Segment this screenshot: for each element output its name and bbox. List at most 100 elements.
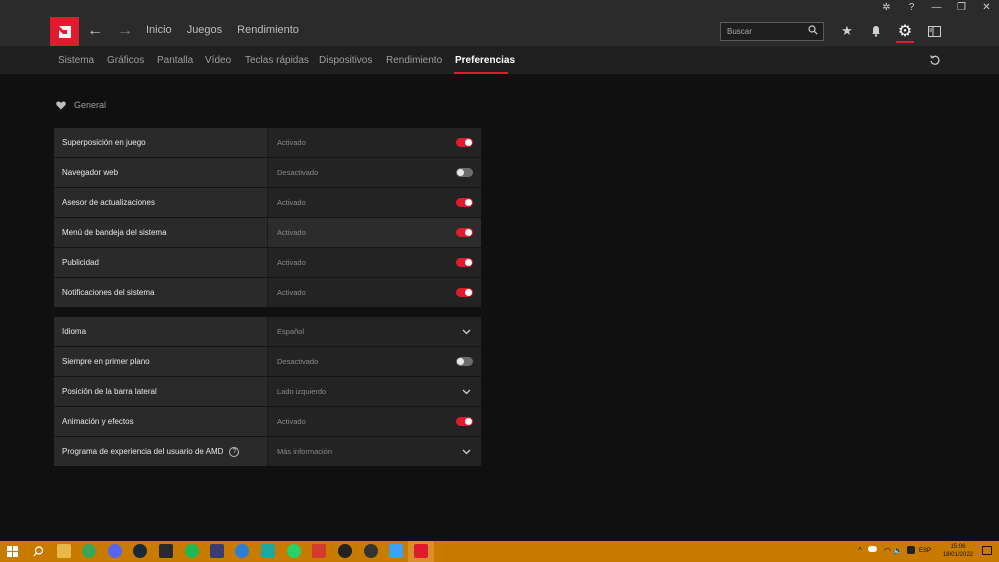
epic-games-icon[interactable]	[159, 544, 173, 558]
toggle-switch[interactable]	[456, 357, 473, 366]
forward-arrow-icon[interactable]: →	[117, 22, 133, 40]
search-icon[interactable]	[808, 25, 818, 35]
setting-row-animacion[interactable]: Animación y efectos Activado	[54, 407, 481, 437]
toggle-switch[interactable]	[456, 258, 473, 267]
setting-label: Notificaciones del sistema	[54, 278, 267, 307]
cloud-icon[interactable]	[868, 546, 877, 552]
setting-label: Navegador web	[54, 158, 267, 187]
tab-dispositivos[interactable]: Dispositivos	[319, 55, 372, 66]
bug-icon[interactable]: ✲	[874, 0, 899, 16]
restore-icon[interactable]: ❐	[949, 0, 974, 16]
setting-row-superposicion[interactable]: Superposición en juego Activado	[54, 128, 481, 158]
notifications-icon[interactable]	[982, 546, 992, 555]
amd-software-icon[interactable]	[414, 544, 428, 558]
setting-row-posicion-barra[interactable]: Posición de la barra lateral Lado izquie…	[54, 377, 481, 407]
chevron-down-icon[interactable]	[462, 387, 471, 396]
nav-rendimiento[interactable]: Rendimiento	[237, 24, 299, 36]
nav-inicio[interactable]: Inicio	[146, 24, 172, 36]
app-icon[interactable]	[389, 544, 403, 558]
nav-juegos[interactable]: Juegos	[187, 24, 222, 36]
top-nav: Inicio Juegos Rendimiento	[146, 24, 299, 36]
windows-start-icon[interactable]	[7, 546, 18, 557]
star-icon[interactable]: ★	[839, 23, 855, 39]
app-icon[interactable]	[235, 544, 249, 558]
help-icon[interactable]: ?	[899, 0, 924, 16]
search-input[interactable]	[727, 25, 807, 38]
tray-chevron-icon[interactable]: ^	[858, 546, 862, 555]
file-explorer-icon[interactable]	[57, 544, 71, 558]
reset-icon[interactable]	[929, 54, 941, 66]
tab-rendimiento[interactable]: Rendimiento	[386, 55, 442, 66]
discord-icon[interactable]	[108, 544, 122, 558]
volume-icon[interactable]: 🔈	[893, 546, 903, 555]
toggle-switch[interactable]	[456, 198, 473, 207]
setting-row-publicidad[interactable]: Publicidad Activado	[54, 248, 481, 278]
top-bar: ← → Inicio Juegos Rendimiento ★ ⚙	[0, 16, 999, 46]
setting-row-idioma[interactable]: Idioma Español	[54, 317, 481, 347]
virtualbox-icon[interactable]	[210, 544, 224, 558]
setting-row-notificaciones[interactable]: Notificaciones del sistema Activado	[54, 278, 481, 308]
gear-icon[interactable]: ⚙	[897, 23, 913, 40]
close-icon[interactable]: ✕	[974, 0, 999, 16]
amd-logo[interactable]	[50, 17, 79, 46]
tab-pantalla[interactable]: Pantalla	[157, 55, 193, 66]
setting-value: Más información	[277, 447, 333, 456]
setting-row-experiencia-usuario[interactable]: Programa de experiencia del usuario de A…	[54, 437, 481, 467]
heart-icon	[56, 101, 66, 109]
toggle-switch[interactable]	[456, 168, 473, 177]
toggle-switch[interactable]	[456, 138, 473, 147]
settings-active-underline	[896, 41, 914, 43]
setting-label: Posición de la barra lateral	[54, 377, 267, 406]
steam-icon[interactable]	[133, 544, 147, 558]
toggle-switch[interactable]	[456, 228, 473, 237]
search-box	[720, 22, 824, 41]
chrome-icon[interactable]	[82, 544, 96, 558]
toggle-switch[interactable]	[456, 288, 473, 297]
setting-value: Desactivado	[277, 168, 319, 177]
app-icon[interactable]	[364, 544, 378, 558]
tab-preferencias[interactable]: Preferencias	[455, 55, 515, 66]
back-arrow-icon[interactable]: ←	[87, 22, 103, 40]
setting-row-primer-plano[interactable]: Siempre en primer plano Desactivado	[54, 347, 481, 377]
window-controls: ✲ ? — ❐ ✕	[874, 0, 999, 16]
tray-app-icon[interactable]	[907, 546, 915, 554]
setting-label: Publicidad	[54, 248, 267, 277]
setting-value: Español	[277, 327, 305, 336]
app-icon[interactable]	[261, 544, 275, 558]
tab-teclas-rapidas[interactable]: Teclas rápidas	[245, 55, 309, 66]
chevron-down-icon[interactable]	[462, 327, 471, 336]
setting-row-asesor[interactable]: Asesor de actualizaciones Activado	[54, 188, 481, 218]
wifi-icon[interactable]: ◠	[884, 546, 891, 555]
setting-value: Activado	[277, 417, 306, 426]
language-indicator[interactable]: ESP	[919, 548, 931, 554]
setting-value: Activado	[277, 228, 306, 237]
setting-label: Animación y efectos	[54, 407, 267, 436]
clock-date: 18/01/2022	[942, 552, 973, 558]
tab-sistema[interactable]: Sistema	[58, 55, 94, 66]
setting-label-wrap: Programa de experiencia del usuario de A…	[54, 437, 267, 466]
setting-value: Activado	[277, 258, 306, 267]
taskbar-clock[interactable]: 15:06 18/01/2022	[943, 543, 973, 559]
setting-label: Menú de bandeja del sistema	[54, 218, 267, 247]
title-bar: ✲ ? — ❐ ✕	[0, 0, 999, 16]
setting-row-bandeja[interactable]: Menú de bandeja del sistema Activado	[54, 218, 481, 248]
tab-graficos[interactable]: Gráficos	[107, 55, 144, 66]
setting-label: Siempre en primer plano	[54, 347, 267, 376]
toggle-switch[interactable]	[456, 417, 473, 426]
setting-row-navegador[interactable]: Navegador web Desactivado	[54, 158, 481, 188]
bell-icon[interactable]	[868, 23, 884, 39]
help-circle-icon[interactable]: ?	[229, 446, 240, 457]
chevron-down-icon[interactable]	[462, 447, 471, 456]
spotify-icon[interactable]	[185, 544, 199, 558]
minimize-icon[interactable]: —	[924, 0, 949, 16]
setting-label: Asesor de actualizaciones	[54, 188, 267, 217]
search-icon[interactable]	[33, 546, 44, 557]
setting-value: Activado	[277, 138, 306, 147]
tab-video[interactable]: Vídeo	[205, 55, 231, 66]
sidebar-icon[interactable]	[926, 23, 942, 39]
clock-time: 15:06	[950, 544, 966, 550]
app-icon[interactable]	[338, 544, 352, 558]
setting-label: Idioma	[54, 317, 267, 346]
whatsapp-icon[interactable]	[287, 544, 301, 558]
app-icon[interactable]	[312, 544, 326, 558]
